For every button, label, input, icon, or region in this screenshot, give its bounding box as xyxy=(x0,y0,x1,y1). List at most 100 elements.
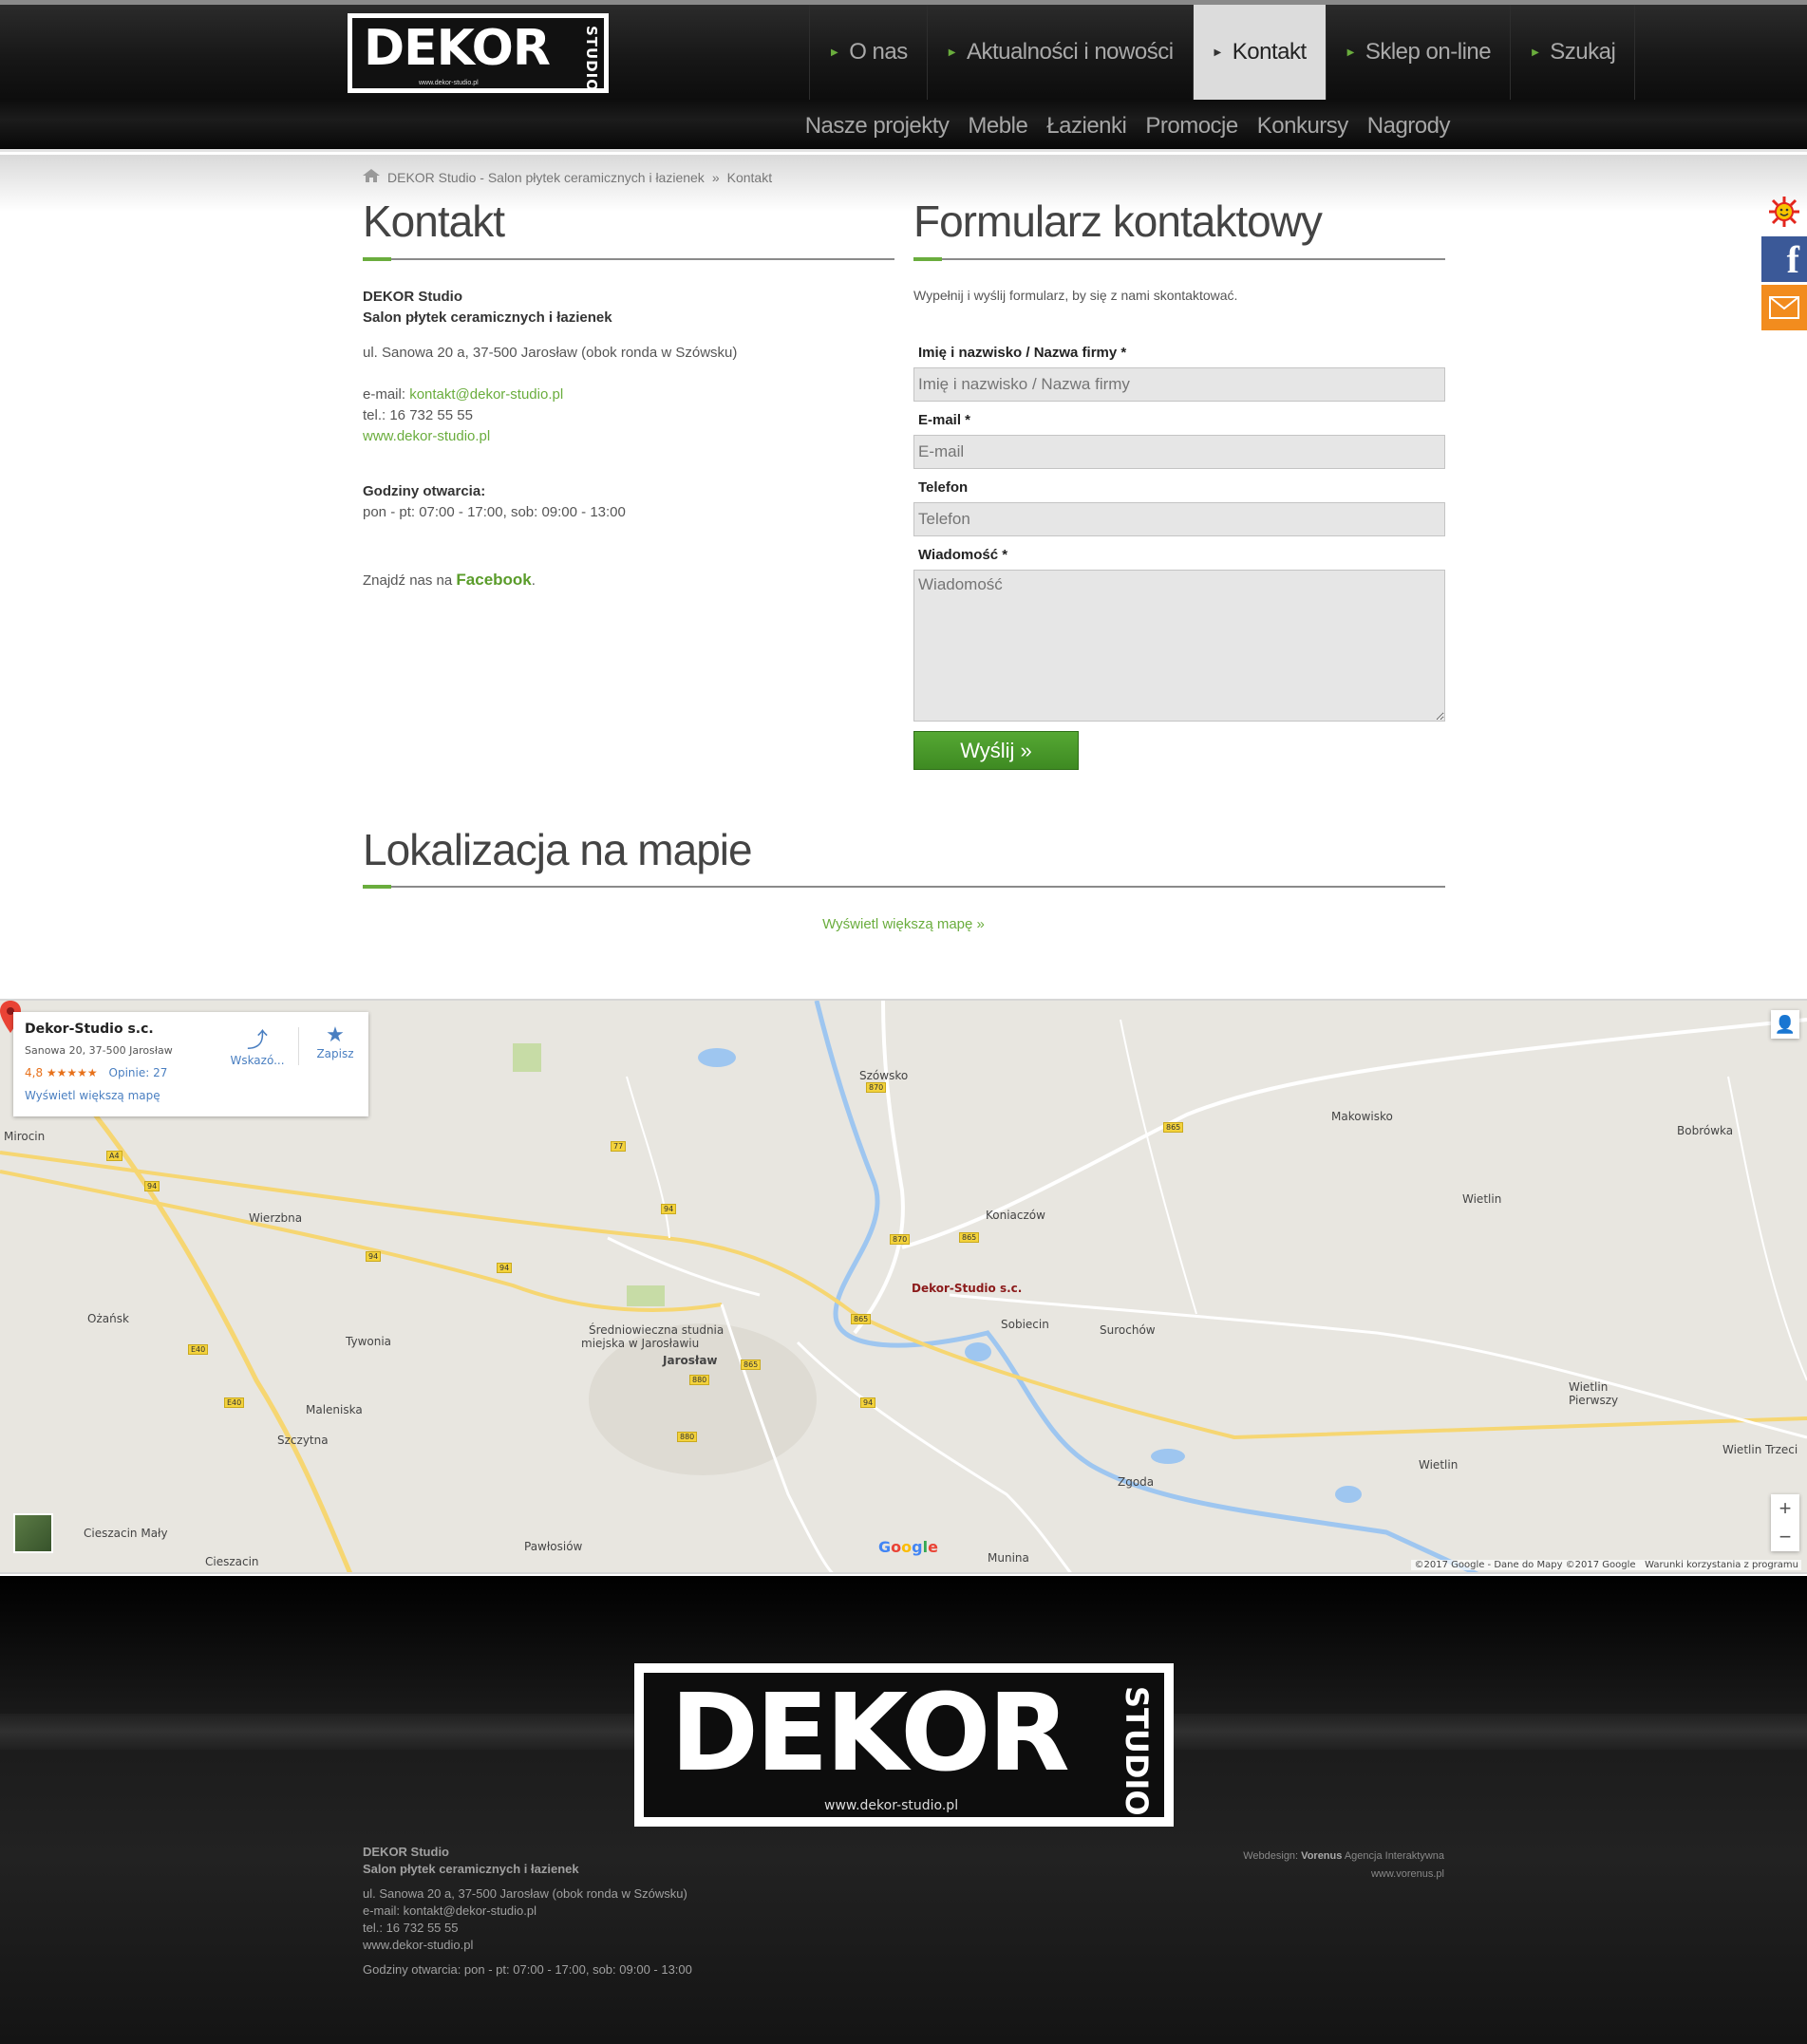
contact-hours-block: Godziny otwarcia: pon - pt: 07:00 - 17:0… xyxy=(363,481,626,523)
contact-website-link[interactable]: www.dekor-studio.pl xyxy=(363,428,490,444)
street-view-pegman-icon[interactable]: 👤 xyxy=(1771,1010,1799,1039)
road-badge: A4 xyxy=(106,1151,122,1161)
map-place-label: Munina xyxy=(988,1551,1029,1565)
map-place-label: Makowisko xyxy=(1331,1110,1393,1123)
nav-arrow-icon: ▶ xyxy=(1346,47,1355,58)
social-sidebar: f xyxy=(1761,190,1807,330)
name-input[interactable] xyxy=(913,367,1445,402)
contact-phone: tel.: 16 732 55 55 xyxy=(363,407,473,423)
phone-input[interactable] xyxy=(913,502,1445,536)
zoom-in-button[interactable]: + xyxy=(1771,1494,1799,1523)
phone-label: Telefon xyxy=(918,479,969,496)
main-nav: ▶ O nas ▶ Aktualności i nowości ▶ Kontakt ▶… xyxy=(809,5,1636,100)
mail-icon[interactable] xyxy=(1761,285,1807,330)
sun-icon[interactable] xyxy=(1761,190,1807,234)
form-heading-rule xyxy=(913,258,1445,260)
map-terms-link[interactable]: Warunki korzystania z programu xyxy=(1645,1560,1798,1570)
infocard-rating: 4,8 ★★★★★ xyxy=(25,1066,98,1079)
home-icon[interactable] xyxy=(363,169,380,185)
infocard-reviews-link[interactable]: Opinie: 27 xyxy=(109,1066,168,1079)
form-heading: Formularz kontaktowy xyxy=(913,197,1323,246)
webdesign-url-link[interactable]: www.vorenus.pl xyxy=(1371,1868,1444,1880)
nav-item-sklep[interactable]: ▶ Sklep on-line xyxy=(1325,5,1510,100)
infocard-rating-line: 4,8 ★★★★★ Opinie: 27 xyxy=(25,1066,357,1079)
nav-item-szukaj[interactable]: ▶ Szukaj xyxy=(1510,5,1636,100)
road-badge: 880 xyxy=(689,1375,710,1385)
road-badge: 870 xyxy=(866,1082,887,1093)
map-place-label: Wietlin xyxy=(1419,1458,1459,1472)
subnav-item-projekty[interactable]: Nasze projekty xyxy=(805,113,950,140)
footer-logo-url: www.dekor-studio.pl xyxy=(824,1798,959,1813)
map-place-label: Koniaczów xyxy=(986,1209,1045,1222)
map-place-label: miejska w Jarosławiu xyxy=(581,1337,700,1350)
form-intro: Wypełnij i wyślij formularz, by się z na… xyxy=(913,288,1238,303)
footer: DEKOR STUDIO www.dekor-studio.pl DEKOR S… xyxy=(0,1576,1807,2044)
message-textarea[interactable] xyxy=(913,570,1445,722)
breadcrumb-current: Kontakt xyxy=(726,169,773,185)
footer-company-sub: Salon płytek ceramicznych i łazienek xyxy=(363,1862,579,1876)
infocard-bigger-map-link[interactable]: Wyświetl większą mapę xyxy=(25,1089,357,1102)
footer-logo[interactable]: DEKOR STUDIO www.dekor-studio.pl xyxy=(634,1663,1174,1827)
footer-logo-studio: STUDIO xyxy=(1119,1686,1155,1816)
contact-address: ul. Sanowa 20 a, 37-500 Jarosław (obok r… xyxy=(363,345,738,361)
contact-company-sub: Salon płytek ceramicznych i łazienek xyxy=(363,309,612,326)
road-badge: 865 xyxy=(851,1314,872,1324)
map-heading-accent xyxy=(363,885,391,889)
footer-hours: Godziny otwarcia: pon - pt: 07:00 - 17:0… xyxy=(363,1962,692,1977)
directions-button[interactable]: ⤴ Wskazó... xyxy=(224,1023,291,1067)
map-place-label: Sobiecin xyxy=(1001,1318,1049,1331)
subnav-item-promocje[interactable]: Promocje xyxy=(1145,113,1238,140)
contact-company-block: DEKOR Studio Salon płytek ceramicznych i… xyxy=(363,287,612,328)
header-shadow-band xyxy=(0,155,1807,212)
email-label: E-mail * xyxy=(918,412,971,428)
contact-email-link[interactable]: kontakt@dekor-studio.pl xyxy=(409,386,563,403)
bigger-map-link[interactable]: Wyświetl większą mapę » xyxy=(0,916,1807,932)
road-badge: 865 xyxy=(741,1360,762,1370)
nav-item-kontakt[interactable]: ▶ Kontakt xyxy=(1192,5,1326,100)
save-button[interactable]: ★ Zapisz xyxy=(302,1023,368,1060)
subnav-item-konkursy[interactable]: Konkursy xyxy=(1257,113,1349,140)
webdesign-name[interactable]: Vorenus xyxy=(1301,1850,1342,1862)
map-heading-rule xyxy=(363,886,1445,888)
map-place-label: Tywonia xyxy=(346,1335,392,1348)
map-place-label: Pawłosiów xyxy=(524,1540,583,1553)
contact-facebook-line: Znajdź nas na Facebook. xyxy=(363,571,536,589)
map-place-label: Bobrówka xyxy=(1677,1124,1734,1137)
site-logo[interactable]: DEKOR STUDIO www.dekor-studio.pl xyxy=(348,13,609,93)
satellite-toggle[interactable] xyxy=(13,1513,53,1553)
breadcrumb-home-link[interactable]: DEKOR Studio - Salon płytek ceramicznych… xyxy=(387,170,705,185)
breadcrumb: DEKOR Studio - Salon płytek ceramicznych… xyxy=(363,169,772,185)
embedded-map[interactable]: Szówsko Makowisko Bobrówka Mirocin Wierz… xyxy=(0,999,1807,1574)
road-badge: 870 xyxy=(890,1234,911,1245)
road-badge: 94 xyxy=(661,1204,677,1214)
subnav-item-nagrody[interactable]: Nagrody xyxy=(1367,113,1451,140)
contact-heading-rule xyxy=(363,258,894,260)
footer-phone: tel.: 16 732 55 55 xyxy=(363,1921,459,1935)
directions-icon: ⤴ xyxy=(246,1029,268,1053)
subnav-item-lazienki[interactable]: Łazienki xyxy=(1046,113,1127,140)
facebook-icon[interactable]: f xyxy=(1761,236,1807,282)
contact-heading-accent xyxy=(363,257,391,261)
nav-item-o-nas[interactable]: ▶ O nas xyxy=(809,5,927,100)
road-badge: 865 xyxy=(1163,1122,1184,1133)
sub-nav: Nasze projekty Meble Łazienki Promocje K… xyxy=(805,100,1451,152)
zoom-out-button[interactable]: − xyxy=(1771,1523,1799,1551)
nav-item-aktualnosci[interactable]: ▶ Aktualności i nowości xyxy=(926,5,1193,100)
zoom-controls: + − xyxy=(1771,1494,1799,1551)
map-heading: Lokalizacja na mapie xyxy=(363,825,753,874)
contact-heading: Kontakt xyxy=(363,197,505,246)
map-place-label: Zgoda xyxy=(1118,1475,1155,1489)
road-badge: 880 xyxy=(677,1432,698,1442)
road-badge: 77 xyxy=(611,1141,627,1152)
road-badge: 94 xyxy=(144,1181,160,1191)
subnav-item-meble[interactable]: Meble xyxy=(968,113,1027,140)
form-heading-accent xyxy=(913,257,942,261)
map-copyright: ©2017 Google - Dane do Mapy ©2017 Google… xyxy=(1411,1560,1801,1570)
email-input[interactable] xyxy=(913,435,1445,469)
send-button[interactable]: Wyślij » xyxy=(913,731,1079,770)
facebook-link[interactable]: Facebook xyxy=(456,571,531,589)
map-place-label: Cieszacin Mały xyxy=(84,1527,168,1540)
road-badge: E40 xyxy=(188,1344,209,1355)
webdesign-line: Webdesign: Vorenus Agencja Interaktywna xyxy=(1243,1850,1444,1862)
map-place-label: Surochów xyxy=(1100,1323,1156,1337)
